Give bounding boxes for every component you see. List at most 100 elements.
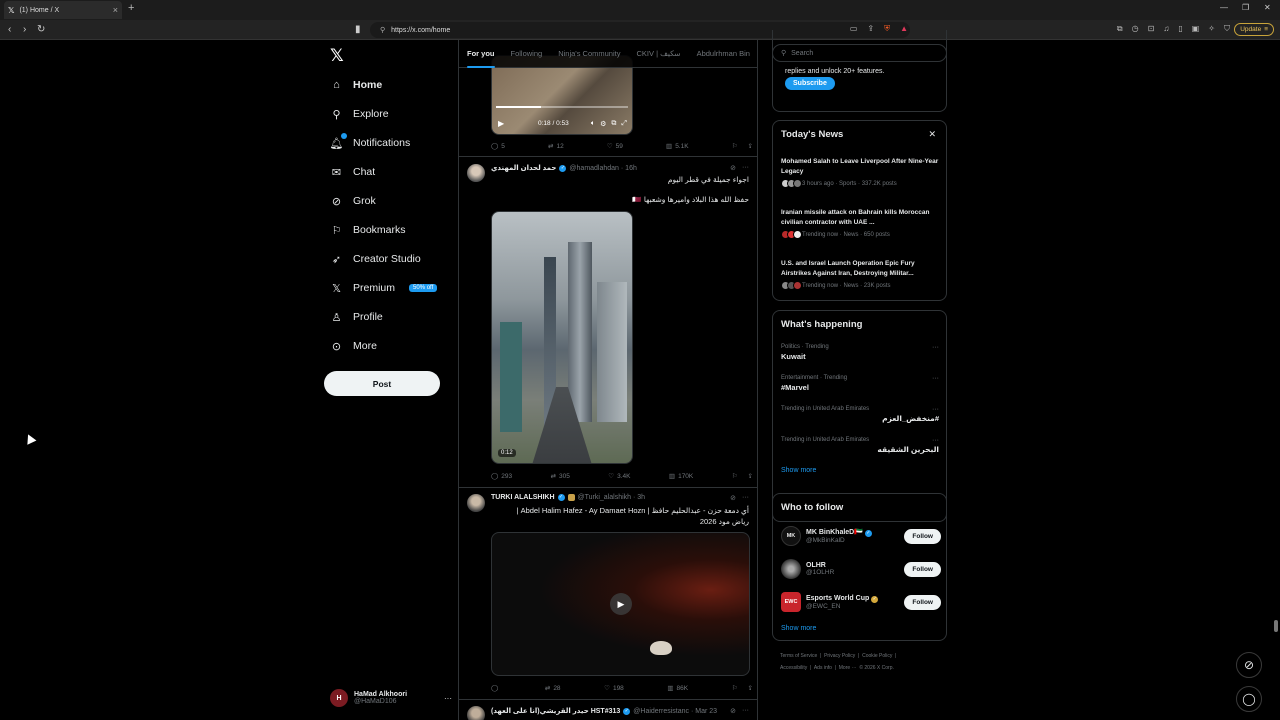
leo-icon[interactable]: ✧ — [1208, 24, 1215, 34]
close-window-icon[interactable]: ✕ — [1264, 3, 1271, 12]
nav-premium[interactable]: 𝕏 Premium 50% off — [330, 279, 438, 297]
more-icon[interactable]: ··· — [742, 707, 749, 715]
settings-icon[interactable]: ⚙ — [600, 120, 606, 128]
video-progress-bar[interactable] — [496, 106, 628, 108]
site-info-icon[interactable]: ⚲ — [380, 26, 385, 34]
reply-button[interactable]: ◯ 293 — [491, 472, 512, 481]
more-icon[interactable]: ··· — [444, 694, 452, 703]
browser-tab[interactable]: 𝕏 (1) Home / X × — [4, 1, 122, 19]
back-icon[interactable]: ‹ — [8, 24, 11, 35]
nav-grok[interactable]: ⊘ Grok — [330, 192, 376, 210]
restore-icon[interactable]: ❐ — [1242, 3, 1249, 12]
footer-link[interactable]: Ads info — [814, 665, 832, 671]
more-icon[interactable]: ··· — [742, 164, 749, 172]
author-handle[interactable]: @Turki_alalshikh · 3h — [578, 494, 646, 501]
trend-item[interactable]: Entertainment · Trending #Marvel ··· — [781, 375, 939, 392]
bookmark-icon[interactable]: ⚐ — [732, 472, 738, 480]
views-button[interactable]: ▥ 170K — [669, 472, 693, 481]
tweet-video[interactable]: 0:12 — [491, 211, 633, 464]
nav-creator-studio[interactable]: ➶ Creator Studio — [330, 250, 421, 268]
trend-item[interactable]: Politics · Trending Kuwait ··· — [781, 344, 939, 361]
trend-item[interactable]: Trending in United Arab Emirates البحرين… — [781, 437, 939, 454]
new-tab-icon[interactable]: + — [128, 2, 134, 14]
nav-profile[interactable]: ♙ Profile — [330, 308, 383, 326]
footer-link[interactable]: Cookie Policy — [862, 653, 892, 659]
vpn-icon[interactable]: ⛉ — [1224, 24, 1230, 34]
show-more-link[interactable]: Show more — [781, 467, 816, 474]
more-icon[interactable]: ··· — [742, 494, 749, 502]
follow-suggestion[interactable]: EWC Esports World Cup ✓ @EWC_EN Follow — [781, 590, 941, 614]
author-handle[interactable]: @Haiderresistanc · Mar 23 — [633, 708, 717, 715]
like-button[interactable]: ♡ 198 — [604, 684, 624, 693]
share-icon[interactable]: ⇪ — [748, 684, 753, 692]
tweet-video[interactable]: ▶ — [491, 532, 750, 676]
author-name[interactable]: حيدر القريشي(انا على العهد) HST#313 — [491, 707, 620, 715]
history-icon[interactable]: ◷ — [1132, 24, 1139, 34]
close-tab-icon[interactable]: × — [113, 5, 118, 15]
follow-button[interactable]: Follow — [904, 528, 941, 544]
author-name[interactable]: حمد لحدان المهندي — [491, 164, 556, 172]
reload-icon[interactable]: ↻ — [37, 24, 45, 35]
nav-explore[interactable]: ⚲ Explore — [330, 105, 388, 123]
news-item[interactable]: Iranian missile attack on Bahrain kills … — [781, 208, 939, 239]
avatar[interactable] — [467, 494, 485, 512]
more-icon[interactable]: ··· — [932, 437, 939, 444]
share-icon[interactable]: ⇪ — [748, 472, 753, 480]
repost-button[interactable]: ⇄ 305 — [551, 472, 570, 481]
sidebar-icon[interactable]: ▯ — [1178, 24, 1182, 34]
follow-suggestion[interactable]: MK MK BinKhaleD🇦🇪 ✓ @MkBinKalD Follow — [781, 524, 941, 548]
footer-link[interactable]: More ··· — [839, 665, 857, 671]
post-button[interactable]: Post — [324, 371, 440, 396]
reply-button[interactable]: ◯ — [491, 684, 501, 692]
minimize-icon[interactable]: — — [1220, 3, 1228, 12]
subscribe-button[interactable]: Subscribe — [785, 77, 835, 90]
views-button[interactable]: ▥ 5.1K — [666, 142, 689, 151]
like-button[interactable]: ♡ 3.4K — [608, 472, 630, 481]
bookmark-page-icon[interactable]: ▮ — [355, 24, 361, 35]
like-button[interactable]: ♡ 59 — [607, 142, 623, 151]
author-handle[interactable]: @hamadlahdan · 16h — [569, 165, 636, 172]
news-item[interactable]: Mohamed Salah to Leave Liverpool After N… — [781, 157, 939, 188]
bookmark-icon[interactable]: ⚐ — [732, 142, 738, 150]
volume-icon[interactable]: 🔈︎ — [591, 120, 595, 128]
footer-link[interactable]: Privacy Policy — [824, 653, 855, 659]
share-icon[interactable]: ⇪ — [748, 142, 753, 150]
repost-button[interactable]: ⇄ 12 — [548, 142, 564, 151]
tab-community[interactable]: Ninja's Community — [550, 40, 628, 68]
nav-more[interactable]: ⊙ More — [330, 337, 377, 355]
show-more-link[interactable]: Show more — [781, 625, 816, 632]
grok-icon[interactable]: ⊘ — [730, 164, 736, 172]
play-icon[interactable]: ▶ — [610, 593, 632, 615]
capture-icon[interactable]: ⊡ — [1148, 24, 1155, 34]
views-button[interactable]: ▥ 86K — [667, 684, 688, 693]
tab-abdulrhman[interactable]: Abdulrhman Bin — [689, 40, 757, 68]
repost-button[interactable]: ⇄ 28 — [545, 684, 561, 693]
avatar[interactable] — [467, 164, 485, 182]
nav-home[interactable]: ⌂ Home — [330, 76, 382, 94]
avatar[interactable] — [467, 706, 485, 720]
x-logo-icon[interactable]: 𝕏 — [330, 46, 344, 66]
tab-for-you[interactable]: For you — [459, 40, 503, 68]
author-name[interactable]: TURKI ALALSHIKH — [491, 494, 555, 501]
nav-chat[interactable]: ✉ Chat — [330, 163, 375, 181]
nav-bookmarks[interactable]: ⚐ Bookmarks — [330, 221, 406, 239]
bookmark-icon[interactable]: ⚐ — [732, 684, 738, 692]
fullscreen-icon[interactable]: ⤢ — [621, 120, 627, 128]
scrollbar[interactable] — [1274, 620, 1278, 632]
footer-link[interactable]: Accessibility — [780, 665, 807, 671]
forward-icon[interactable]: › — [23, 24, 26, 35]
grok-float-button[interactable]: ⊘ — [1236, 652, 1262, 678]
reply-button[interactable]: ◯ 5 — [491, 142, 505, 151]
messages-float-button[interactable]: ◯ — [1236, 686, 1262, 712]
tab-following[interactable]: Following — [503, 40, 551, 68]
trend-item[interactable]: Trending in United Arab Emirates #منخفض_… — [781, 406, 939, 423]
footer-link[interactable]: Terms of Service — [780, 653, 817, 659]
follow-suggestion[interactable]: OLHR @1OLHR Follow — [781, 557, 941, 581]
extensions-icon[interactable]: ⧉ — [1117, 24, 1123, 34]
wallet-icon[interactable]: ▣ — [1192, 24, 1200, 34]
more-icon[interactable]: ··· — [932, 344, 939, 351]
grok-icon[interactable]: ⊘ — [730, 494, 736, 502]
close-icon[interactable]: ✕ — [928, 129, 936, 140]
play-icon[interactable]: ▶ — [498, 119, 504, 128]
grok-icon[interactable]: ⊘ — [730, 707, 736, 715]
